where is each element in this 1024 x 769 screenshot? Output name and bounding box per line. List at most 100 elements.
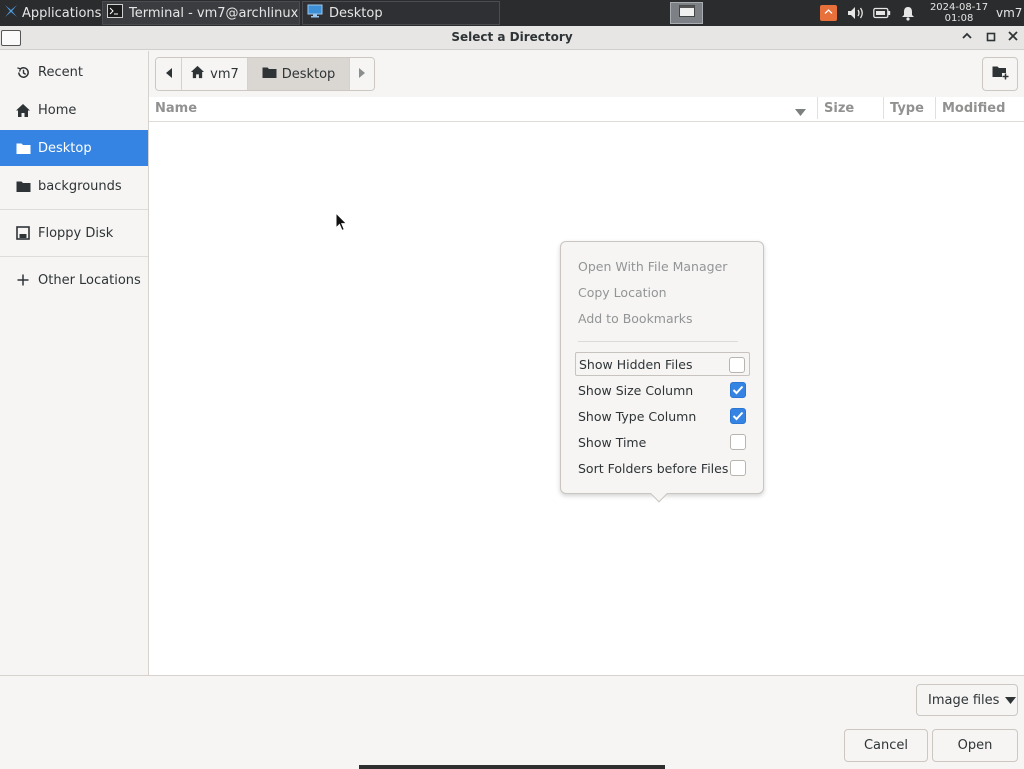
checkmark-icon [732, 411, 744, 421]
floppy-icon [15, 225, 31, 241]
update-notifier-icon[interactable] [820, 5, 837, 21]
menu-item-label: Copy Location [578, 284, 667, 300]
path-back-button[interactable] [156, 58, 182, 90]
open-label: Open [957, 738, 993, 753]
path-forward-button[interactable] [350, 58, 374, 90]
dialog-footer: Image files Cancel Open [0, 675, 1024, 769]
applications-label: Applications [22, 5, 102, 21]
clock-icon [15, 64, 31, 80]
applications-icon [3, 3, 19, 23]
taskbar-item-label: Terminal - vm7@archlinux:~... [129, 5, 299, 21]
home-icon [15, 102, 31, 118]
option-show-hidden-files[interactable]: Show Hidden Files [575, 352, 750, 376]
restore-icon [986, 31, 996, 46]
path-bar: vm7 Desktop [155, 57, 375, 91]
column-header: Name Size Type Modified [149, 97, 1024, 122]
terminal-icon [107, 3, 123, 23]
sidebar-item-label: Home [38, 102, 77, 118]
cancel-label: Cancel [863, 738, 909, 753]
taskbar-item-label: Desktop [329, 5, 383, 21]
checkbox-show-hidden-files[interactable] [729, 357, 745, 373]
option-label: Show Type Column [578, 408, 697, 424]
menu-item-open-with-file-manager[interactable]: Open With File Manager [578, 254, 750, 278]
dialog-titlebar: Select a Directory [0, 26, 1024, 50]
folder-icon [262, 66, 277, 83]
option-sort-folders-before-files[interactable]: Sort Folders before Files [575, 456, 750, 480]
battery-icon[interactable] [872, 0, 892, 26]
plus-icon [15, 272, 31, 288]
option-show-type-column[interactable]: Show Type Column [575, 404, 750, 428]
menu-separator [578, 341, 738, 342]
checkbox-sort-folders-before-files[interactable] [730, 460, 746, 476]
restore-button[interactable] [982, 29, 1000, 47]
sidebar-separator [0, 256, 148, 257]
volume-icon[interactable] [846, 0, 866, 26]
sidebar-item-label: Recent [38, 64, 83, 80]
option-show-time[interactable]: Show Time [575, 430, 750, 454]
sidebar-item-label: backgrounds [38, 178, 122, 194]
chevron-left-icon [165, 67, 173, 82]
window-edge-bar [359, 765, 665, 769]
dialog-title: Select a Directory [451, 30, 573, 44]
menu-item-copy-location[interactable]: Copy Location [578, 280, 750, 304]
option-label: Sort Folders before Files [578, 460, 729, 476]
view-options-popover: Open With File Manager Copy Location Add… [560, 241, 764, 503]
clock[interactable]: 2024-08-17 01:08 [926, 0, 992, 26]
mouse-cursor-icon [335, 211, 348, 236]
option-label: Show Size Column [578, 382, 694, 398]
monitor-icon [307, 3, 323, 23]
option-label: Show Time [578, 434, 647, 450]
sidebar-item-floppy-disk[interactable]: Floppy Disk [0, 215, 148, 251]
new-folder-button[interactable] [982, 57, 1018, 91]
menu-item-add-to-bookmarks[interactable]: Add to Bookmarks [578, 306, 750, 330]
sidebar-item-label: Desktop [38, 140, 92, 156]
column-name[interactable]: Name [155, 101, 197, 116]
checkmark-icon [732, 385, 744, 395]
window-icon [678, 5, 695, 21]
path-segment-label: vm7 [210, 66, 239, 82]
chevron-up-icon [961, 30, 973, 46]
home-icon [190, 65, 205, 83]
path-segment-desktop[interactable]: Desktop [248, 58, 350, 90]
sidebar-item-label: Floppy Disk [38, 225, 114, 241]
sidebar-item-recent[interactable]: Recent [0, 54, 148, 90]
folder-icon [15, 140, 31, 156]
chevron-down-icon [1005, 693, 1017, 708]
checkbox-show-type-column[interactable] [730, 408, 746, 424]
user-menu[interactable]: vm7 [996, 0, 1024, 26]
sidebar-item-other-locations[interactable]: Other Locations [0, 262, 148, 298]
open-button[interactable]: Open [932, 729, 1018, 762]
checkbox-show-time[interactable] [730, 434, 746, 450]
applications-menu-button[interactable]: Applications [0, 0, 102, 26]
option-show-size-column[interactable]: Show Size Column [575, 378, 750, 402]
taskbar-item-terminal[interactable]: Terminal - vm7@archlinux:~... [102, 1, 300, 25]
clock-time: 01:08 [944, 13, 974, 24]
option-label: Show Hidden Files [579, 356, 693, 372]
file-filter-dropdown[interactable]: Image files [916, 684, 1018, 716]
close-icon [1007, 30, 1019, 46]
sort-arrow-icon [795, 105, 806, 120]
filter-label: Image files [928, 692, 1000, 708]
menu-item-label: Add to Bookmarks [578, 310, 693, 326]
cancel-button[interactable]: Cancel [844, 729, 928, 762]
column-modified[interactable]: Modified [935, 97, 1005, 119]
clock-date: 2024-08-17 [929, 2, 989, 13]
column-type[interactable]: Type [883, 97, 924, 119]
checkbox-show-size-column[interactable] [730, 382, 746, 398]
column-size[interactable]: Size [817, 97, 854, 119]
sidebar-item-desktop[interactable]: Desktop [0, 130, 148, 166]
taskbar-item-desktop[interactable]: Desktop [302, 1, 500, 25]
chevron-right-icon [358, 67, 366, 82]
maximize-button[interactable] [958, 29, 976, 47]
sidebar-separator [0, 209, 148, 210]
path-segment-label: Desktop [281, 66, 336, 82]
workspace-switcher[interactable] [670, 2, 703, 24]
new-folder-icon [992, 65, 1009, 84]
notifications-icon[interactable] [898, 0, 918, 26]
places-sidebar: Recent Home Desktop backgrounds Floppy D… [0, 51, 149, 675]
path-segment-home[interactable]: vm7 [182, 58, 248, 90]
close-button[interactable] [1004, 29, 1022, 47]
sidebar-item-backgrounds[interactable]: backgrounds [0, 168, 148, 204]
folder-icon [15, 178, 31, 194]
sidebar-item-home[interactable]: Home [0, 92, 148, 128]
